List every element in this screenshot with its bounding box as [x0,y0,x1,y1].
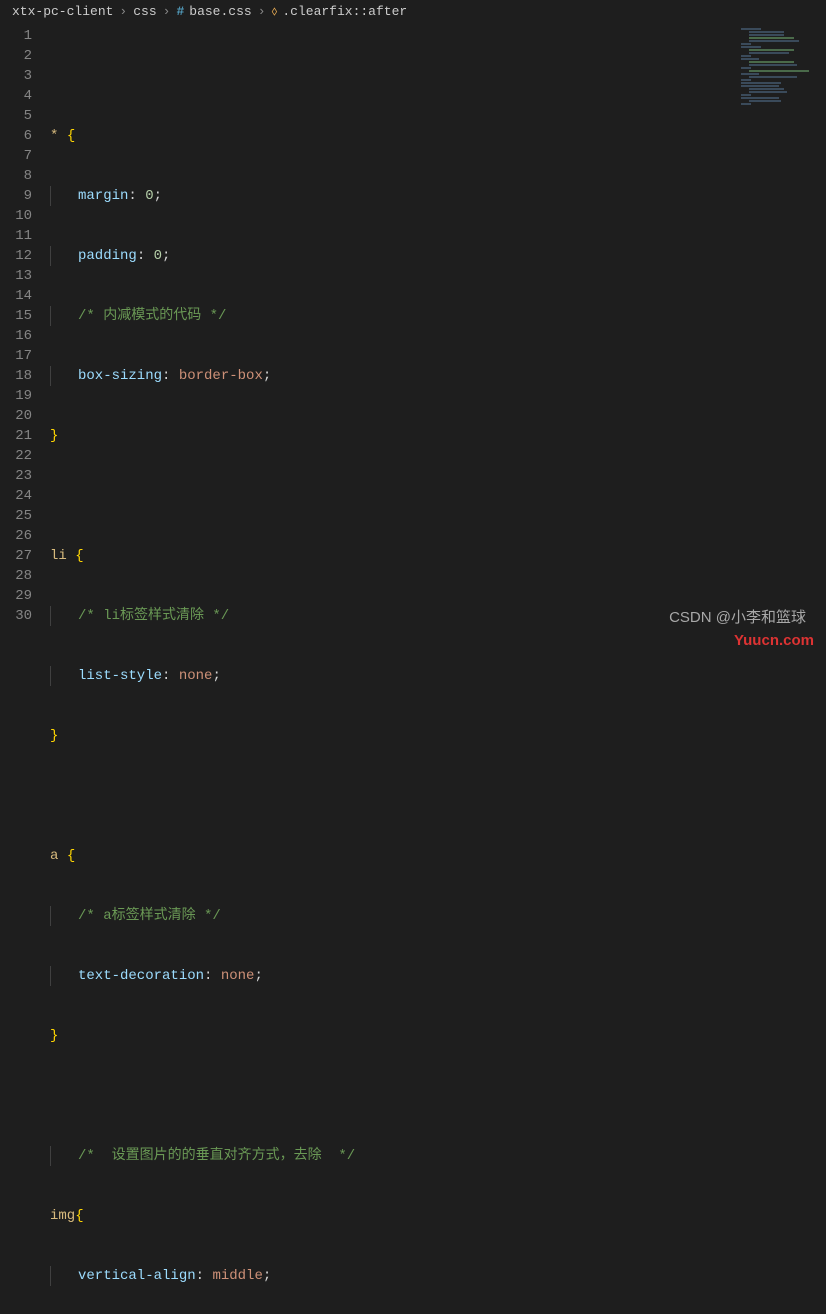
css-file-icon: # [176,4,184,19]
breadcrumb-seg-folder[interactable]: css [133,4,156,19]
breadcrumb[interactable]: xtx-pc-client › css › #base.css › ⬨.clea… [0,0,826,24]
watermark-yuucn: Yuucn.com [734,632,814,649]
css-class-icon: ⬨ [272,4,278,19]
breadcrumb-sep: › [119,4,127,19]
breadcrumb-sep: › [258,4,266,19]
minimap[interactable] [736,24,826,657]
breadcrumb-seg-folder[interactable]: xtx-pc-client [12,4,113,19]
code-editor[interactable]: 1234567891011121314151617181920212223242… [0,24,826,657]
line-number-gutter: 1234567891011121314151617181920212223242… [0,24,50,657]
watermark-csdn: CSDN @小李和篮球 [669,606,806,627]
code-content[interactable]: * { margin: 0; padding: 0; /* 内减模式的代码 */… [50,24,826,657]
breadcrumb-seg-symbol[interactable]: ⬨.clearfix::after [272,4,408,19]
breadcrumb-sep: › [163,4,171,19]
breadcrumb-seg-file[interactable]: #base.css [176,4,251,19]
